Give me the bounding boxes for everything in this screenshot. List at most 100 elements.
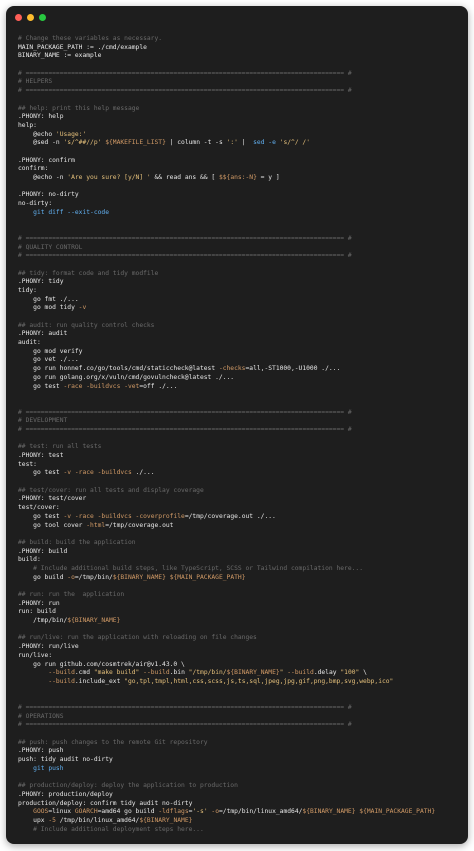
code-line: # ======================================… [18,87,460,96]
makefile-code-block: # Change these variables as necessary. MA… [18,35,460,834]
code-token: @echo [18,130,56,138]
code-line: audit: [18,339,460,348]
code-token: .PHONY: confirm [18,156,75,164]
code-token: # ======================================… [18,703,352,711]
code-token: # ======================================… [18,234,352,242]
close-dot-icon[interactable] [15,14,22,21]
code-line: ## help: print this help message [18,105,460,114]
code-token: | column -t -s [165,139,227,147]
code-token: "go,tpl,tmpl,html,css,scss,js,ts,sql,jpe… [124,677,394,685]
window-titlebar [6,6,468,30]
code-token: =/tmp/coverage.out [105,521,174,529]
code-line: # OPERATIONS [18,713,460,722]
code-token: # ======================================… [18,252,352,260]
code-line: # QUALITY CONTROL [18,244,460,253]
code-token: # ======================================… [18,721,352,729]
code-token: 'Usage:' [55,130,87,138]
code-token: ## push: push changes to the remote Git … [18,738,208,746]
code-line: --build.include_ext "go,tpl,tmpl,html,cs… [18,678,460,687]
code-line: ## run: run the application [18,591,460,600]
code-token: go mod tidy [18,304,79,312]
code-token: "100" [340,669,360,677]
code-line: .PHONY: run/live [18,643,460,652]
code-token: 'Are you sure? [y/N] ' [67,174,151,181]
code-line: # ======================================… [18,409,460,418]
code-line: .PHONY: push [18,747,460,756]
code-line: push: tidy audit no-dirty [18,756,460,765]
code-token: sed -e [253,139,280,147]
code-line: test: [18,461,460,470]
code-token: go test [18,382,64,390]
code-token: -o [67,573,75,581]
code-line: .PHONY: tidy [18,278,460,287]
code-line: .PHONY: run [18,600,460,609]
code-token: -vet [124,382,140,390]
code-token: ## test/cover: run all tests and display… [18,486,204,494]
code-line: ## test: run all tests [18,443,460,452]
code-token: -v -race -buildvcs -coverprofile [63,512,185,520]
code-token: -buildvcs [86,382,121,390]
code-line: # Include additional build steps, like T… [18,565,460,574]
code-token: # ======================================… [18,408,352,416]
code-token: ## test: run all tests [18,443,102,451]
code-token: ':' [226,139,238,147]
code-line: run: build [18,608,460,617]
code-line: go fmt ./... [18,296,460,305]
code-token: -o [211,808,220,816]
code-token: .include_ext [74,677,125,685]
code-token: production/deploy: confirm tidy audit no… [18,799,193,807]
code-token: ${BINARY_NAME} [112,573,166,581]
code-line: .PHONY: test/cover [18,495,460,504]
code-token: .delay [313,669,341,677]
code-token: .bin [169,669,189,677]
code-token: no-dirty: [18,200,53,208]
code-token: push: tidy audit no-dirty [18,756,113,764]
minimize-dot-icon[interactable] [27,14,34,21]
code-token: ## tidy: format code and tidy modfile [18,269,159,277]
code-token: go mod verify [18,347,83,355]
code-line: git diff --exit-code [18,209,460,218]
code-token: =off ./... [139,382,178,390]
code-line: upx -5 /tmp/bin/linux_amd64/${BINARY_NAM… [18,817,460,826]
code-line: # ======================================… [18,235,460,244]
code-token: # HELPERS [18,78,53,86]
code-token: # ======================================… [18,69,352,77]
code-line: # ======================================… [18,426,460,435]
code-token: upx [18,816,49,824]
code-line: go run honnef.co/go/tools/cmd/staticchec… [18,365,460,374]
code-line: go test -v -race -buildvcs -coverprofile… [18,513,460,522]
code-token: go test [18,469,64,477]
code-token: "make build" [93,669,140,677]
code-token: --build [143,669,170,677]
code-token: test/cover: [18,504,60,512]
code-line: # ======================================… [18,70,460,79]
code-token: && read ans && [ [150,174,219,181]
code-token: .PHONY: help [18,113,64,121]
code-line: ## build: build the application [18,539,460,548]
code-token: git push [18,764,64,772]
code-token: @echo -n [18,174,68,181]
code-line: /tmp/bin/${BINARY_NAME} [18,617,460,626]
code-token: -checks [218,365,246,373]
code-token: ## build: build the application [18,538,136,546]
code-token: -ldflags [158,808,189,816]
code-line: @sed -n 's/^##//p' ${MAKEFILE_LIST} | co… [18,139,460,148]
code-token: /tmp/bin/ [18,617,68,625]
code-token: ## run/live: run the application with re… [18,634,257,642]
code-line: # ======================================… [18,252,460,261]
code-line: # ======================================… [18,704,460,713]
code-token: =amd64 go build [97,808,159,816]
code-line: .PHONY: test [18,452,460,461]
code-token: =linux [48,808,75,816]
maximize-dot-icon[interactable] [39,14,46,21]
code-token: # Include additional deployment steps he… [18,825,204,833]
